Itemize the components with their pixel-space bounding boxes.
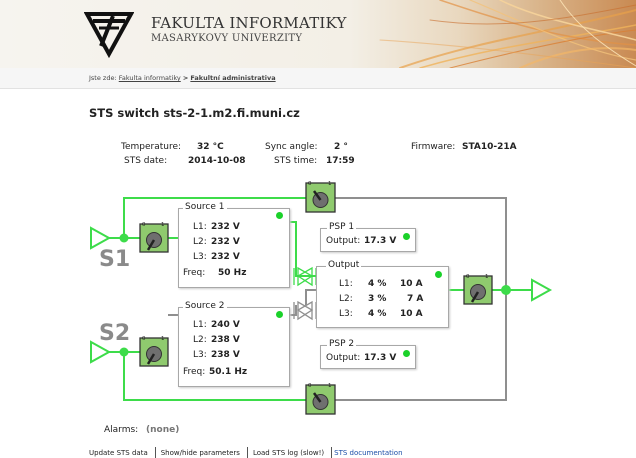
input-arrow-s1 xyxy=(90,226,112,250)
switch-top-label-on: 1 xyxy=(328,181,332,187)
psp2-output-value: 17.3 V xyxy=(364,353,397,363)
source1-l3-label: L3: xyxy=(193,252,207,262)
source2-freq-value: 50.1 Hz xyxy=(209,367,248,377)
alarms-label: Alarms: xyxy=(104,425,139,435)
psp2-status-dot xyxy=(403,350,410,357)
output-l1-pct: 4 % xyxy=(368,279,387,289)
source2-status-dot xyxy=(276,311,283,318)
source1-status-dot xyxy=(276,212,283,219)
source2-freq-label: Freq: xyxy=(183,367,206,377)
source2-title: Source 2 xyxy=(183,301,227,311)
source1-l3-value: 232 V xyxy=(211,252,240,262)
switch-bottom-label-off: 0 xyxy=(308,383,312,389)
output-arrow xyxy=(531,278,553,302)
psp1-status-dot xyxy=(403,233,410,240)
switch-out-label-off: 0 xyxy=(466,274,470,280)
sts-documentation-link[interactable]: STS documentation xyxy=(334,449,402,457)
source2-l3-value: 238 V xyxy=(211,350,240,360)
source2-l1-value: 240 V xyxy=(211,320,240,330)
output-l1-amp: 10 A xyxy=(400,279,423,289)
output-l3-amp: 10 A xyxy=(400,309,423,319)
toggle-parameters-button[interactable]: Show/hide parameters xyxy=(161,449,240,457)
switch-top-label-off: 0 xyxy=(308,181,312,187)
source1-l1-label: L1: xyxy=(193,222,207,232)
source2-l3-label: L3: xyxy=(193,350,207,360)
source1-name: S1 xyxy=(99,247,131,272)
sts-wiring-diagram xyxy=(90,197,553,401)
source2-l2-value: 238 V xyxy=(211,335,240,345)
psp1-output-label: Output: xyxy=(326,236,361,246)
alarms-value: (none) xyxy=(146,425,180,435)
switch-s2-label-on: 1 xyxy=(161,336,165,342)
output-l2-pct: 3 % xyxy=(368,294,387,304)
output-l2-label: L2: xyxy=(339,294,353,304)
switch-bottom-label-on: 1 xyxy=(328,383,332,389)
source1-l2-label: L2: xyxy=(193,237,207,247)
psp2-title: PSP 2 xyxy=(327,339,357,349)
toolbar-divider xyxy=(154,447,156,458)
output-l3-pct: 4 % xyxy=(368,309,387,319)
output-l1-label: L1: xyxy=(339,279,353,289)
source2-l2-label: L2: xyxy=(193,335,207,345)
toolbar-divider xyxy=(246,447,248,458)
source1-l2-value: 232 V xyxy=(211,237,240,247)
action-toolbar: Update STS data Show/hide parameters Load … xyxy=(89,447,405,458)
switch-s2-label-off: 0 xyxy=(142,336,146,342)
update-sts-data-button[interactable]: Update STS data xyxy=(89,449,148,457)
output-status-dot xyxy=(435,271,442,278)
psp2-output-label: Output: xyxy=(326,353,361,363)
load-log-button[interactable]: Load STS log (slow!) xyxy=(253,449,324,457)
source2-name: S2 xyxy=(99,321,131,346)
psp1-output-value: 17.3 V xyxy=(364,236,397,246)
toolbar-divider xyxy=(331,447,333,458)
switch-s1-label-on: 1 xyxy=(161,222,165,228)
switch-s1-label-off: 0 xyxy=(142,222,146,228)
psp1-title: PSP 1 xyxy=(327,222,357,232)
source1-l1-value: 232 V xyxy=(211,222,240,232)
output-l2-amp: 7 A xyxy=(407,294,424,304)
switch-out-label-on: 1 xyxy=(485,274,489,280)
source1-title: Source 1 xyxy=(183,202,227,212)
output-title: Output xyxy=(326,260,362,270)
source1-freq-label: Freq: xyxy=(183,268,206,278)
source2-l1-label: L1: xyxy=(193,320,207,330)
source1-freq-value: 50 Hz xyxy=(218,268,247,278)
output-l3-label: L3: xyxy=(339,309,353,319)
